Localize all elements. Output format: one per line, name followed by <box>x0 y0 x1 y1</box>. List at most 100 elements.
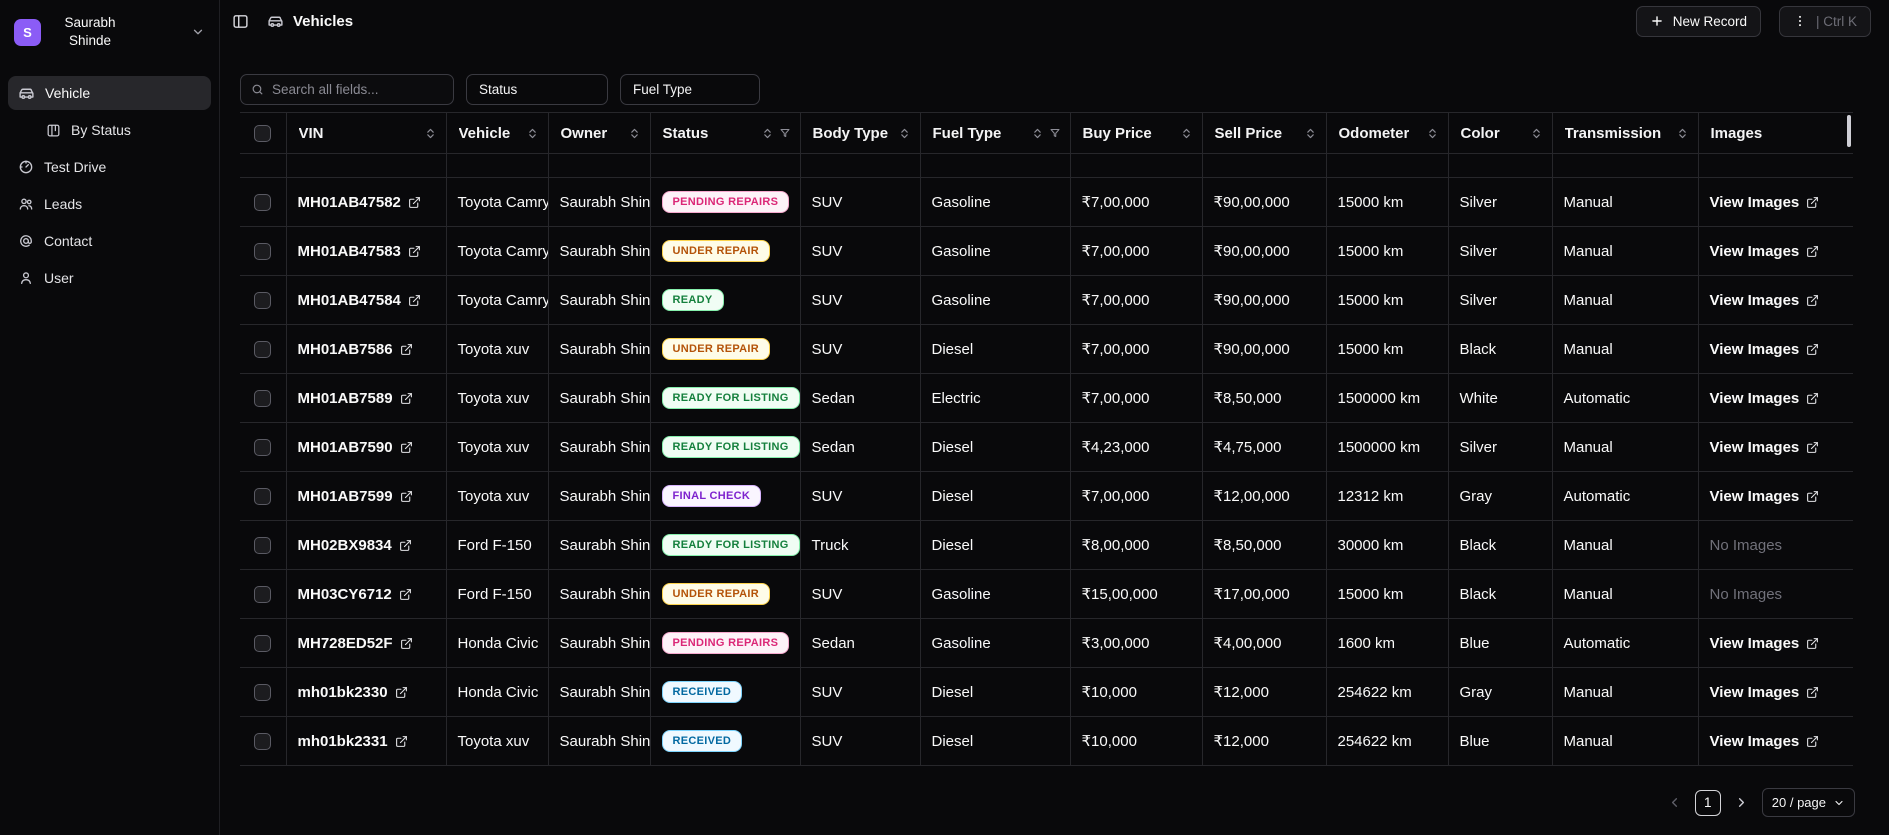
sort-icon[interactable] <box>898 127 911 140</box>
color-cell: Black <box>1447 569 1553 619</box>
body-type-cell: SUV <box>799 471 921 521</box>
column-header[interactable]: Owner <box>547 112 651 154</box>
prev-page-button[interactable] <box>1665 793 1684 812</box>
row-checkbox[interactable] <box>254 242 272 260</box>
row-checkbox[interactable] <box>254 634 272 652</box>
vin-link[interactable]: MH01AB47584 <box>298 292 421 309</box>
owner-cell: Saurabh Shinde <box>547 275 651 325</box>
row-checkbox[interactable] <box>254 487 272 505</box>
vin-link[interactable]: MH01AB7586 <box>298 341 413 358</box>
owner-cell: Saurabh Shinde <box>547 226 651 276</box>
color-cell: Black <box>1447 520 1553 570</box>
view-images-link[interactable]: View Images <box>1710 243 1820 260</box>
view-images-link[interactable]: View Images <box>1710 635 1820 652</box>
sort-icon[interactable] <box>628 127 641 140</box>
vin-link[interactable]: MH01AB7590 <box>298 439 413 456</box>
column-header[interactable]: Odometer <box>1325 112 1449 154</box>
command-menu-button[interactable]: | Ctrl K <box>1778 5 1871 37</box>
column-header[interactable]: Transmission <box>1551 112 1699 154</box>
sort-icon[interactable] <box>424 127 437 140</box>
column-header[interactable]: VIN <box>285 112 447 154</box>
column-header[interactable]: Body Type <box>799 112 921 154</box>
select-all-checkbox[interactable] <box>254 124 272 142</box>
column-header[interactable]: Vehicle <box>445 112 549 154</box>
view-images-link[interactable]: View Images <box>1710 194 1820 211</box>
column-header[interactable]: Sell Price <box>1201 112 1327 154</box>
sort-icon[interactable] <box>526 127 539 140</box>
sort-icon[interactable] <box>1426 127 1439 140</box>
vin-link[interactable]: MH01AB7589 <box>298 390 413 407</box>
view-images-link[interactable]: View Images <box>1710 341 1820 358</box>
sort-icon[interactable] <box>1031 127 1044 140</box>
table-row: MH01AB7589 Toyota xuv Saurabh Shinde REA… <box>240 373 1853 423</box>
user-menu[interactable]: S Saurabh Shinde <box>8 12 211 52</box>
sidebar-item-test-drive[interactable]: Test Drive <box>8 150 211 184</box>
row-checkbox[interactable] <box>254 340 272 358</box>
panel-left-icon <box>232 13 249 30</box>
column-header[interactable]: Buy Price <box>1069 112 1203 154</box>
view-images-link[interactable]: View Images <box>1710 733 1820 750</box>
row-checkbox[interactable] <box>254 438 272 456</box>
transmission-cell: Automatic <box>1551 618 1699 668</box>
vin-link[interactable]: MH728ED52F <box>298 635 413 652</box>
next-page-button[interactable] <box>1732 793 1751 812</box>
vin-link[interactable]: MH01AB7599 <box>298 488 413 505</box>
view-images-link[interactable]: View Images <box>1710 439 1820 456</box>
topbar: Vehicles New Record | Ctrl K <box>220 0 1889 42</box>
vin-link[interactable]: mh01bk2331 <box>298 733 408 750</box>
fuel-type-filter[interactable]: Fuel Type <box>620 74 760 105</box>
view-images-link[interactable]: View Images <box>1710 292 1820 309</box>
search-input[interactable] <box>272 82 443 97</box>
select-all-header <box>240 112 287 154</box>
row-checkbox[interactable] <box>254 585 272 603</box>
vin-link[interactable]: MH01AB47582 <box>298 194 421 211</box>
column-header[interactable]: Status <box>649 112 801 154</box>
sidebar-item-user[interactable]: User <box>8 261 211 295</box>
filter-icon[interactable] <box>779 127 791 139</box>
row-checkbox[interactable] <box>254 683 272 701</box>
page-number-button[interactable]: 1 <box>1694 789 1721 816</box>
sell-price-cell: ₹12,000 <box>1201 667 1327 717</box>
column-header[interactable]: Fuel Type <box>919 112 1071 154</box>
sort-icon[interactable] <box>761 127 774 140</box>
column-header[interactable]: Images <box>1697 112 1853 154</box>
sell-price-cell: ₹8,50,000 <box>1201 373 1327 423</box>
vin-link[interactable]: MH03CY6712 <box>298 586 412 603</box>
view-images-link[interactable]: View Images <box>1710 390 1820 407</box>
sidebar-item-leads[interactable]: Leads <box>8 187 211 221</box>
vin-link[interactable]: MH02BX9834 <box>298 537 412 554</box>
row-checkbox[interactable] <box>254 389 272 407</box>
sort-icon[interactable] <box>1180 127 1193 140</box>
view-images-link[interactable]: View Images <box>1710 684 1820 701</box>
sort-icon[interactable] <box>1530 127 1543 140</box>
owner-cell: Saurabh Shinde <box>547 618 651 668</box>
page-size-label: 20 / page <box>1771 795 1826 810</box>
new-record-button[interactable]: New Record <box>1635 5 1761 37</box>
vin-link[interactable]: mh01bk2330 <box>298 684 408 701</box>
filter-icon[interactable] <box>1049 127 1061 139</box>
row-checkbox[interactable] <box>254 536 272 554</box>
page-size-select[interactable]: 20 / page <box>1761 788 1855 817</box>
color-cell: Silver <box>1447 275 1553 325</box>
sort-icon[interactable] <box>1304 127 1317 140</box>
view-images-link[interactable]: View Images <box>1710 488 1820 505</box>
row-checkbox[interactable] <box>254 732 272 750</box>
vin-link[interactable]: MH01AB47583 <box>298 243 421 260</box>
sidebar-toggle-button[interactable] <box>228 9 253 34</box>
sidebar-item-vehicle[interactable]: Vehicle <box>8 76 211 111</box>
column-header[interactable]: Color <box>1447 112 1553 154</box>
sort-icon[interactable] <box>1676 127 1689 140</box>
owner-cell: Saurabh Shinde <box>547 667 651 717</box>
sidebar-item-label: Test Drive <box>44 159 107 176</box>
fuel-type-cell: Electric <box>919 373 1071 423</box>
odometer-cell: 15000 km <box>1325 569 1449 619</box>
vin-text: MH01AB47582 <box>297 193 401 211</box>
scrollbar-thumb[interactable] <box>1847 115 1851 147</box>
row-checkbox[interactable] <box>254 193 272 211</box>
row-checkbox[interactable] <box>254 291 272 309</box>
status-filter[interactable]: Status <box>466 74 608 105</box>
sidebar-item-by-status[interactable]: By Status <box>36 113 211 147</box>
table-row: MH02BX9834 Ford F-150 Saurabh Shinde REA… <box>240 520 1853 570</box>
sell-price-cell: ₹90,00,000 <box>1201 177 1327 227</box>
sidebar-item-contact[interactable]: Contact <box>8 224 211 258</box>
